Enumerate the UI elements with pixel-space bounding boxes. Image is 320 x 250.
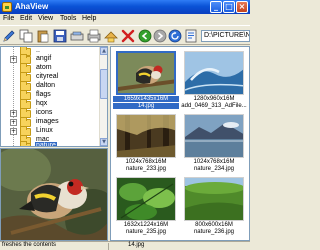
folder-open-icon xyxy=(20,141,31,146)
status-filename: 14.jpg xyxy=(128,242,145,248)
thumbnail-dimensions: 1024x768x16M xyxy=(193,159,235,165)
status-bar: freshes the contents 14.jpg xyxy=(0,241,250,250)
properties-icon[interactable] xyxy=(184,29,198,43)
save-icon[interactable] xyxy=(53,29,67,43)
thumbnail-image xyxy=(184,114,244,158)
tree-item-selected[interactable]: nature xyxy=(1,141,101,147)
thumbnail-filename: nature_236.jpg xyxy=(193,229,235,235)
thumbnail-dimensions: 1024x768x16M xyxy=(125,159,167,165)
copy-icon[interactable] xyxy=(19,29,33,43)
scroll-up-icon[interactable]: ▲ xyxy=(100,47,107,55)
expand-icon[interactable]: + xyxy=(10,119,17,126)
thumbnail-filename: nature_234.jpg xyxy=(193,166,235,172)
thumbnail-grid: 1659x1435x16M 14.jpg 1280x960x16M add_04… xyxy=(110,46,250,241)
thumbnail-image xyxy=(116,177,176,221)
move-icon[interactable] xyxy=(104,29,118,43)
refresh-icon[interactable] xyxy=(168,29,182,43)
menu-edit[interactable]: Edit xyxy=(20,15,32,22)
scan-icon[interactable] xyxy=(70,29,84,43)
thumbnail-filename: add_0469_313_AdFile... xyxy=(181,103,247,109)
tree-label: .. xyxy=(36,47,40,54)
tree-label: cityreal xyxy=(36,73,59,80)
wave-thumbnail xyxy=(185,52,243,94)
toolbar: D:\PICTURE\NATURE xyxy=(0,25,250,45)
address-field[interactable]: D:\PICTURE\NATURE xyxy=(201,30,250,42)
goldfinch-thumbnail xyxy=(118,53,174,93)
thumbnail-image xyxy=(184,177,244,221)
expand-icon[interactable]: + xyxy=(10,56,17,63)
thumbnail-dimensions: 1632x1224x16M xyxy=(123,222,169,228)
tree-scrollbar[interactable]: ▲ ▼ xyxy=(99,47,107,146)
tree-label: flags xyxy=(36,91,51,98)
thumbnail-item[interactable]: 1280x960x16M add_0469_313_AdFile... xyxy=(181,49,247,112)
folder-tree: .. + angif atom cityreal dalton flags hq… xyxy=(0,46,108,147)
app-icon xyxy=(2,2,12,12)
leaves-thumbnail xyxy=(117,178,175,220)
tree-label: images xyxy=(36,118,59,125)
thumbnail-filename: nature_233.jpg xyxy=(125,166,167,172)
close-button[interactable]: × xyxy=(236,1,248,13)
tree-label: nature xyxy=(35,142,57,147)
title-bar: AhaView _ □ × xyxy=(0,0,250,14)
menu-view[interactable]: View xyxy=(38,15,53,22)
thumbnail-item[interactable]: 1024x768x16M nature_234.jpg xyxy=(181,112,247,175)
scroll-thumb[interactable] xyxy=(100,69,107,99)
pencil-icon[interactable] xyxy=(2,29,16,43)
expand-icon[interactable]: + xyxy=(10,110,17,117)
scroll-down-icon[interactable]: ▼ xyxy=(100,138,107,146)
maximize-button[interactable]: □ xyxy=(223,1,235,13)
menu-help[interactable]: Help xyxy=(82,15,96,22)
thumbnail-filename: 14.jpg xyxy=(113,103,179,109)
tree-label: dalton xyxy=(36,82,56,89)
thumbnail-image xyxy=(116,51,176,95)
print-icon[interactable] xyxy=(87,29,101,43)
paste-icon[interactable] xyxy=(36,29,50,43)
forest-thumbnail xyxy=(117,115,175,157)
lake-thumbnail xyxy=(185,115,243,157)
thumbnail-image xyxy=(184,51,244,95)
field-thumbnail xyxy=(185,178,243,220)
tree-label: icons xyxy=(36,109,53,116)
back-icon[interactable] xyxy=(138,29,152,43)
menu-bar: File Edit View Tools Help xyxy=(0,14,250,25)
tree-label: hqx xyxy=(36,100,48,107)
window-title: AhaView xyxy=(15,2,49,11)
expand-icon[interactable]: + xyxy=(10,128,17,135)
thumbnail-dimensions: 1280x960x16M xyxy=(193,96,235,102)
thumbnail-item[interactable]: 1024x768x16M nature_233.jpg xyxy=(113,112,179,175)
tree-label: angif xyxy=(36,55,52,62)
forward-icon[interactable] xyxy=(153,29,167,43)
image-preview xyxy=(0,148,108,241)
thumbnail-item[interactable]: 1659x1435x16M 14.jpg xyxy=(113,49,179,112)
thumbnail-filename: nature_235.jpg xyxy=(125,229,167,235)
goldfinch-preview-image xyxy=(1,149,107,240)
thumbnail-item[interactable]: 1632x1224x16M nature_235.jpg xyxy=(113,175,179,238)
status-divider xyxy=(108,243,109,250)
status-text: freshes the contents xyxy=(2,242,57,248)
tree-label: Linux xyxy=(36,127,53,134)
minimize-button[interactable]: _ xyxy=(210,1,222,13)
menu-file[interactable]: File xyxy=(3,15,14,22)
thumbnail-image xyxy=(116,114,176,158)
delete-icon[interactable] xyxy=(121,29,135,43)
menu-tools[interactable]: Tools xyxy=(60,15,76,22)
tree-label: atom xyxy=(36,64,52,71)
thumbnail-dimensions: 800x600x16M xyxy=(195,222,233,228)
thumbnail-item[interactable]: 800x600x16M nature_236.jpg xyxy=(181,175,247,238)
thumbnail-dimensions: 1659x1435x16M xyxy=(113,96,179,102)
